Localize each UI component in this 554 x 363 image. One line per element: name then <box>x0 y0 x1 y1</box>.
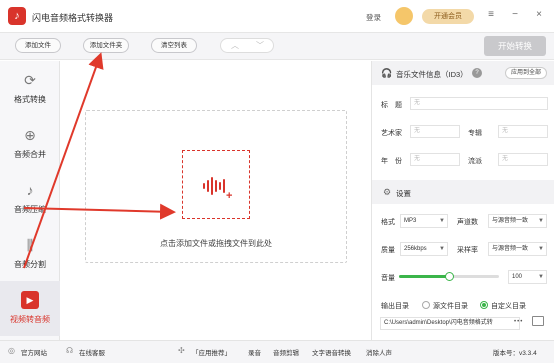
app-title: 闪电音频格式转换器 <box>32 13 114 23</box>
add-folder-button[interactable]: 添加文件夹 <box>83 38 129 53</box>
title-label: 标 题 <box>381 102 402 109</box>
album-field[interactable]: 无 <box>498 125 548 138</box>
settings-title: 设置 <box>396 189 411 198</box>
sidebar-item-format-convert[interactable]: ⟳ 格式转换 <box>0 61 60 116</box>
link-audio-edit[interactable]: 音频剪辑 <box>273 347 299 357</box>
apply-all-button[interactable]: 应用到全部 <box>505 67 547 79</box>
samplerate-label: 采样率 <box>457 247 478 254</box>
quality-value: 256kbps <box>404 246 427 252</box>
add-file-button[interactable]: 添加文件 <box>15 38 61 53</box>
output-dir-label: 输出目录 <box>381 303 409 310</box>
chevron-down-icon: ▼ <box>439 218 445 224</box>
volume-input[interactable]: 100 ▼ <box>508 270 547 284</box>
drop-hint: 点击添加文件或拖拽文件到此处 <box>160 239 272 248</box>
puzzle-icon: ✣ <box>178 346 185 355</box>
link-tts[interactable]: 文字语音转换 <box>312 347 351 357</box>
menu-icon[interactable]: ≡ <box>484 8 498 22</box>
source-dir-radio[interactable] <box>422 301 430 309</box>
vip-button[interactable]: 开通会员 <box>422 9 474 24</box>
format-label: 格式 <box>381 219 395 226</box>
format-convert-icon: ⟳ <box>24 72 36 88</box>
samplerate-select[interactable]: 与源音频一致 ▼ <box>488 242 547 256</box>
plus-icon: + <box>226 190 233 202</box>
chevron-down-icon: ▼ <box>439 246 445 252</box>
channels-select[interactable]: 与源音频一致 ▼ <box>488 214 547 228</box>
sidebar-item-audio-split[interactable]: ⫼ 音频分割 <box>0 226 60 281</box>
volume-label: 音量 <box>381 275 395 282</box>
title-field[interactable]: 无 <box>410 97 548 110</box>
samplerate-value: 与源音频一致 <box>492 246 529 252</box>
move-down-button[interactable]: ﹀ <box>247 40 273 52</box>
format-select[interactable]: MP3 ▼ <box>400 214 448 228</box>
volume-fill <box>399 275 449 278</box>
sidebar-item-label: 视频转音频 <box>10 315 50 324</box>
chevron-down-icon: ▼ <box>538 246 544 252</box>
sidebar-item-audio-merge[interactable]: ⊕ 音频合并 <box>0 116 60 171</box>
id3-title: 音乐文件信息（ID3） <box>396 70 468 79</box>
website-link[interactable]: 官方网站 <box>21 347 47 357</box>
custom-dir-label: 自定义目录 <box>491 303 526 310</box>
file-drop-area[interactable]: + 点击添加文件或拖拽文件到此处 <box>85 110 347 263</box>
start-convert-button[interactable]: 开始转换 <box>484 36 546 56</box>
volume-value: 100 <box>512 274 523 280</box>
sidebar: ⟳ 格式转换 ⊕ 音频合并 ♪ 音频压缩 ⫼ 音频分割 ▶ 视频转音频 <box>0 61 60 340</box>
login-link[interactable]: 登录 <box>366 12 381 23</box>
source-dir-label: 源文件目录 <box>433 303 468 310</box>
sidebar-item-label: 音频压缩 <box>14 205 46 214</box>
right-panel: 🎧 音乐文件信息（ID3） ? 应用到全部 标 题 无 艺术家 无 专辑 无 年… <box>371 61 554 340</box>
quality-select[interactable]: 256kbps ▼ <box>400 242 448 256</box>
output-path-field[interactable]: C:\Users\admin\Desktop\闪电音频格式转 <box>380 317 520 330</box>
volume-handle[interactable] <box>445 272 454 281</box>
id3-header: 🎧 音乐文件信息（ID3） ? 应用到全部 <box>372 61 554 85</box>
headphones-icon: 🎧 <box>381 68 393 78</box>
video-to-audio-icon: ▶ <box>21 291 39 309</box>
album-label: 专辑 <box>468 130 482 137</box>
sidebar-item-label: 音频分割 <box>14 260 46 269</box>
year-label: 年 份 <box>381 158 402 165</box>
sidebar-item-audio-compress[interactable]: ♪ 音频压缩 <box>0 171 60 226</box>
year-field[interactable]: 无 <box>410 153 460 166</box>
support-link[interactable]: 在线客服 <box>79 347 105 357</box>
avatar[interactable] <box>395 7 413 25</box>
channels-label: 声道数 <box>457 219 478 226</box>
title-bar: ♪ 闪电音频格式转换器 登录 开通会员 ≡ − × <box>0 0 554 32</box>
recommend-label: 「应用推荐」 <box>192 350 231 357</box>
link-vocal-remove[interactable]: 消除人声 <box>366 347 392 357</box>
format-value: MP3 <box>404 218 417 224</box>
sidebar-item-label: 音频合并 <box>14 150 46 159</box>
settings-header: ⚙ 设置 <box>372 180 554 204</box>
help-icon[interactable]: ? <box>472 68 482 78</box>
more-options-icon[interactable]: ••• <box>514 319 523 325</box>
app-logo-icon: ♪ <box>8 7 26 25</box>
artist-field[interactable]: 无 <box>410 125 460 138</box>
audio-split-icon: ⫼ <box>26 237 34 253</box>
gear-icon: ⚙ <box>382 187 392 197</box>
quality-label: 质量 <box>381 247 395 254</box>
minimize-icon[interactable]: − <box>508 8 522 22</box>
status-bar: ◎ 官方网站 ☊ 在线客服 ✣ 「应用推荐」 录音 音频剪辑 文字语音转换 消除… <box>0 340 554 363</box>
close-icon[interactable]: × <box>532 8 546 22</box>
website-icon: ◎ <box>8 346 15 355</box>
custom-dir-radio[interactable] <box>480 301 488 309</box>
move-buttons: ︿ ﹀ <box>220 38 274 53</box>
sidebar-item-label: 格式转换 <box>14 95 46 104</box>
add-audio-icon[interactable]: + <box>182 150 250 219</box>
link-record[interactable]: 录音 <box>248 347 261 357</box>
toolbar: 添加文件 添加文件夹 清空列表 ︿ ﹀ 开始转换 <box>0 32 554 60</box>
artist-label: 艺术家 <box>381 130 402 137</box>
channels-value: 与源音频一致 <box>492 218 529 224</box>
volume-slider[interactable] <box>399 272 499 281</box>
sidebar-item-video-to-audio[interactable]: ▶ 视频转音频 <box>0 281 60 336</box>
chevron-down-icon: ▼ <box>538 218 544 224</box>
version-label: 版本号：v3.3.4 <box>493 350 537 357</box>
chevron-down-icon: ▼ <box>538 274 544 280</box>
audio-compress-icon: ♪ <box>26 182 34 198</box>
support-icon: ☊ <box>66 346 74 355</box>
move-up-button[interactable]: ︿ <box>222 40 248 52</box>
folder-icon[interactable] <box>532 316 544 326</box>
clear-list-button[interactable]: 清空列表 <box>151 38 197 53</box>
genre-label: 流派 <box>468 158 482 165</box>
genre-field[interactable]: 无 <box>498 153 548 166</box>
audio-merge-icon: ⊕ <box>24 127 36 143</box>
